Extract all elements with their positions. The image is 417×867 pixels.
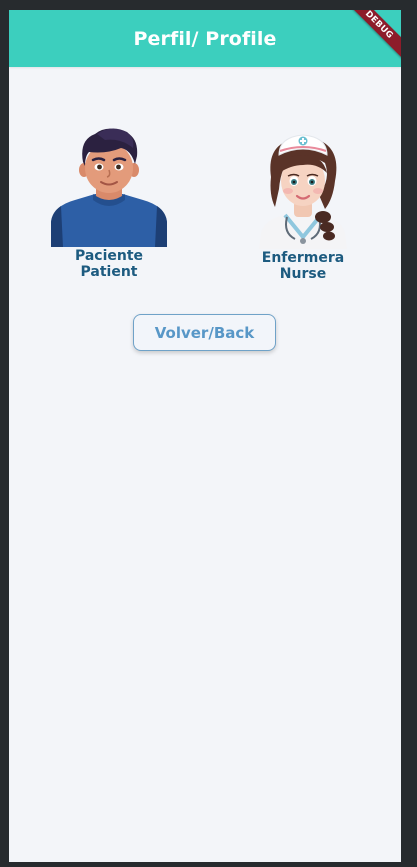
- nurse-avatar-icon: [243, 125, 363, 249]
- back-button[interactable]: Volver/Back: [133, 314, 276, 351]
- debug-banner: DEBUG: [338, 10, 401, 66]
- patient-label-es: Paciente: [74, 248, 144, 264]
- patient-avatar-icon: [49, 126, 169, 247]
- app-bar: Perfil/ Profile DEBUG: [9, 10, 401, 67]
- page-title: Perfil/ Profile: [133, 27, 277, 50]
- nurse-label-en: Nurse: [279, 266, 327, 282]
- patient-label-en: Patient: [80, 264, 138, 280]
- nurse-label: Enfermera Nurse: [262, 250, 344, 282]
- profile-option-nurse[interactable]: Enfermera Nurse: [243, 125, 363, 282]
- profile-option-patient[interactable]: Paciente Patient: [49, 126, 169, 280]
- nurse-label-es: Enfermera: [261, 250, 345, 266]
- app-screen: Perfil/ Profile DEBUG Paciente Patient E…: [9, 10, 401, 862]
- patient-label: Paciente Patient: [75, 248, 143, 280]
